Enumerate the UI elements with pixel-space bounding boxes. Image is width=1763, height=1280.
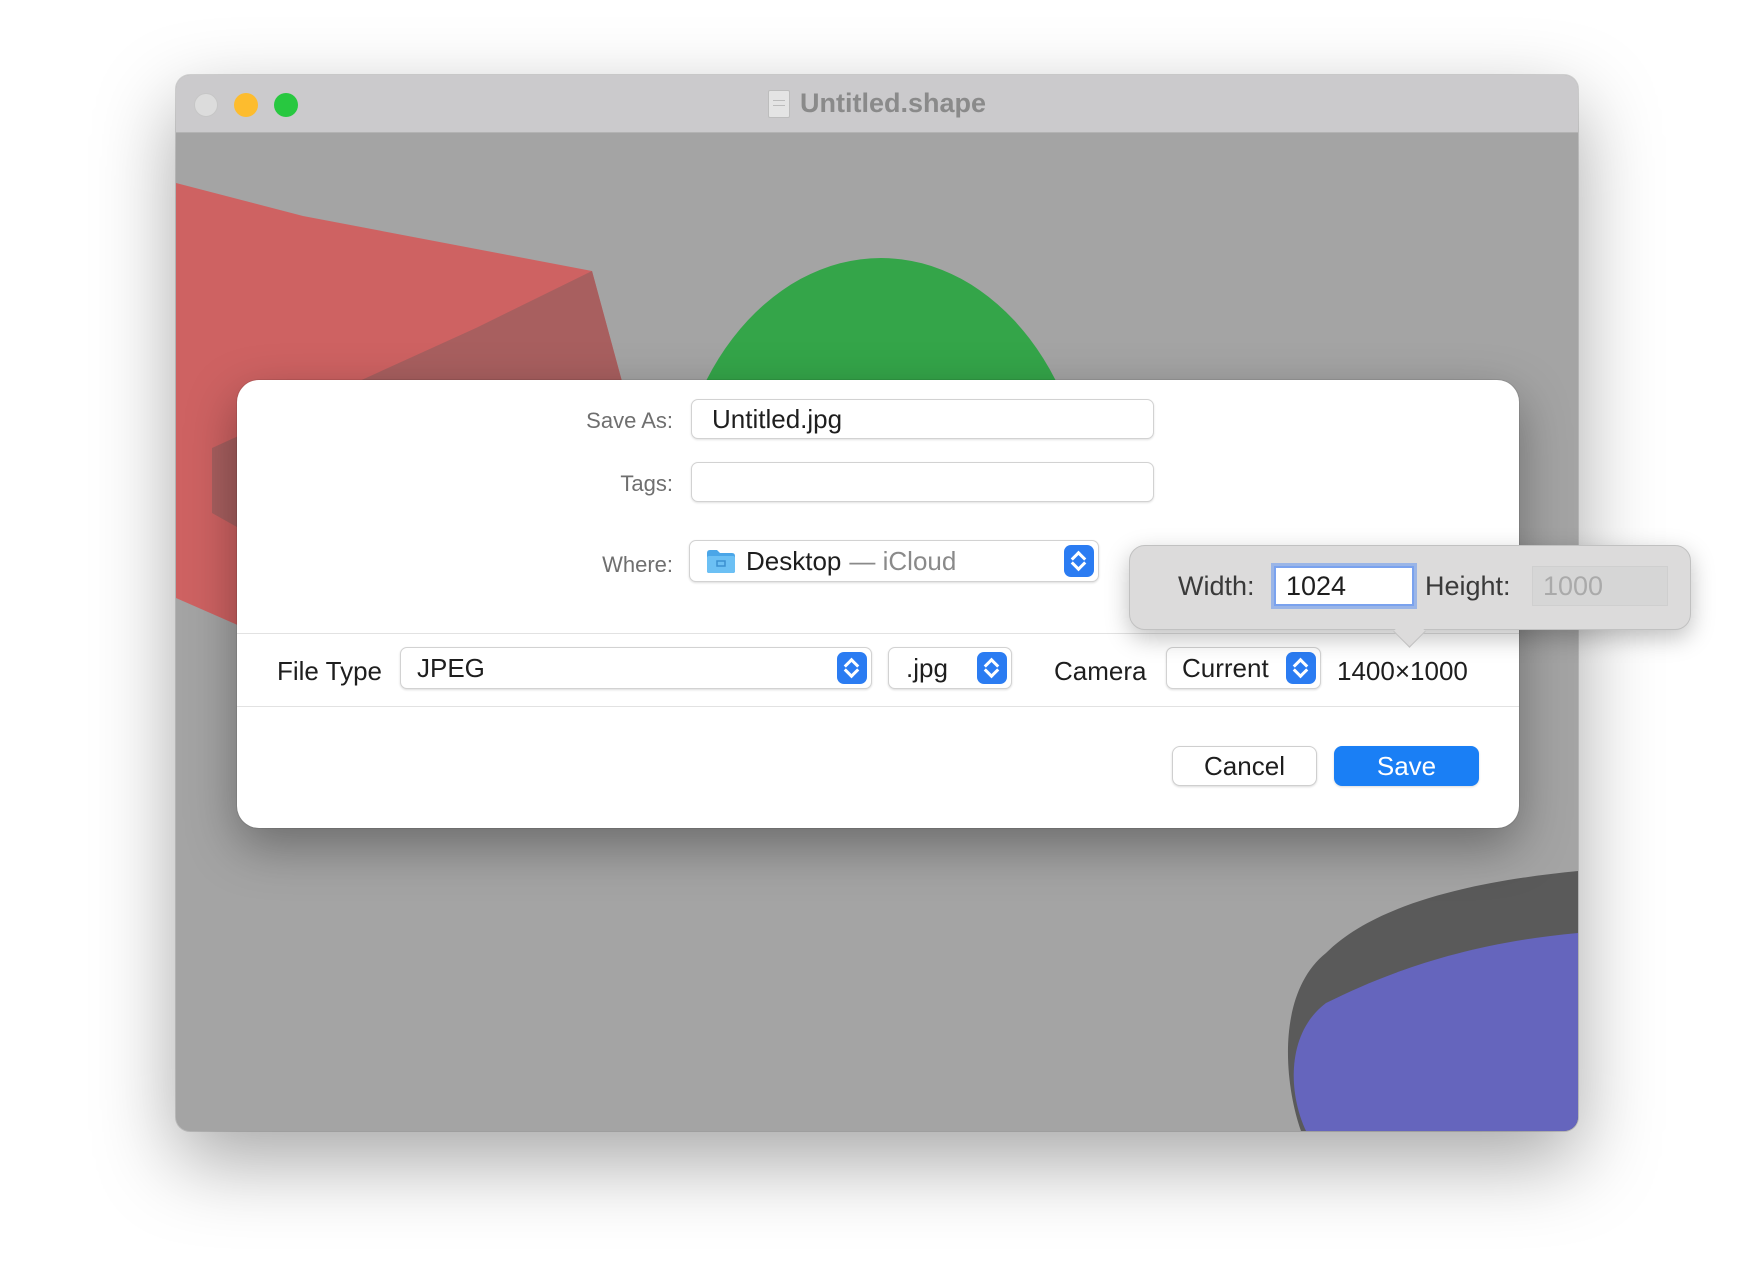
extension-stepper-icon: [977, 652, 1007, 684]
height-field: 1000: [1532, 566, 1668, 606]
tags-label: Tags:: [620, 471, 673, 496]
extension-value: .jpg: [906, 652, 948, 683]
file-type-label: File Type: [277, 656, 383, 686]
where-popup[interactable]: Desktop — iCloud: [689, 540, 1099, 582]
camera-value: Current: [1182, 652, 1269, 683]
extension-popup[interactable]: .jpg: [888, 647, 1012, 689]
window-title: Untitled.shape: [799, 88, 987, 118]
width-field[interactable]: 1024: [1274, 566, 1414, 606]
document-icon: [767, 89, 790, 118]
title-bar[interactable]: Untitled.shape: [176, 75, 1578, 133]
save-button[interactable]: Save: [1334, 746, 1479, 786]
file-type-value: JPEG: [417, 652, 485, 683]
where-label: Where:: [602, 552, 673, 577]
where-stepper-icon: [1064, 545, 1094, 577]
save-as-label: Save As:: [586, 408, 673, 433]
where-detail: — iCloud: [849, 545, 957, 576]
file-type-popup[interactable]: JPEG: [400, 647, 872, 689]
camera-label: Camera: [1054, 656, 1147, 686]
camera-stepper-icon: [1286, 652, 1316, 684]
save-as-field[interactable]: Untitled.jpg: [691, 399, 1154, 439]
camera-popup[interactable]: Current: [1166, 647, 1321, 689]
dialog-divider-top: [237, 633, 1519, 634]
dialog-divider-bottom: [237, 706, 1519, 707]
dimensions-button[interactable]: 1400×1000: [1337, 656, 1468, 687]
width-value: 1024: [1286, 570, 1347, 601]
folder-icon: [707, 550, 735, 573]
where-location: Desktop: [746, 545, 842, 576]
height-label: Height:: [1425, 571, 1511, 601]
save-as-value: Untitled.jpg: [712, 403, 843, 434]
tags-field[interactable]: [691, 462, 1154, 502]
cancel-button[interactable]: Cancel: [1172, 746, 1317, 786]
size-popover: Width: 1024 Height: 1000: [1129, 545, 1691, 648]
width-label: Width:: [1178, 571, 1255, 601]
height-value: 1000: [1543, 570, 1604, 601]
file-type-stepper-icon: [837, 652, 867, 684]
